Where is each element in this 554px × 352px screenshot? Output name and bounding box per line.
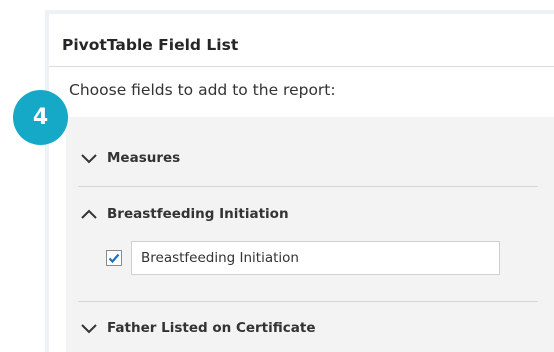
instruction-text: Choose fields to add to the report: [69,81,336,99]
panel-title: PivotTable Field List [62,36,239,54]
field-checkbox[interactable] [106,250,122,266]
section-label-measures: Measures [107,150,181,166]
section-header-father-listed-on-certificate[interactable]: Father Listed on Certificate [66,314,506,342]
chevron-down-icon [81,154,97,164]
step-number-badge: 4 [13,90,68,145]
section-divider [78,186,538,187]
chevron-down-icon [81,324,97,334]
panel-body: PivotTable Field List Choose fields to a… [49,14,554,352]
screen: PivotTable Field List Choose fields to a… [0,0,554,352]
title-divider [49,66,554,67]
field-list-area: Measures Breastfeeding Initiation Breast… [66,117,554,352]
field-row-breastfeeding-initiation: Breastfeeding Initiation [106,241,506,275]
section-header-breastfeeding-initiation[interactable]: Breastfeeding Initiation [66,200,506,228]
section-label-breastfeeding-initiation: Breastfeeding Initiation [107,206,289,222]
chevron-up-icon [81,209,97,219]
field-label: Breastfeeding Initiation [141,250,299,266]
pivottable-field-list-panel: PivotTable Field List Choose fields to a… [45,10,554,352]
section-divider [78,301,538,302]
field-item[interactable]: Breastfeeding Initiation [131,241,500,275]
section-label-father-listed-on-certificate: Father Listed on Certificate [107,320,316,336]
checkmark-icon [108,253,120,264]
section-header-measures[interactable]: Measures [66,144,506,172]
